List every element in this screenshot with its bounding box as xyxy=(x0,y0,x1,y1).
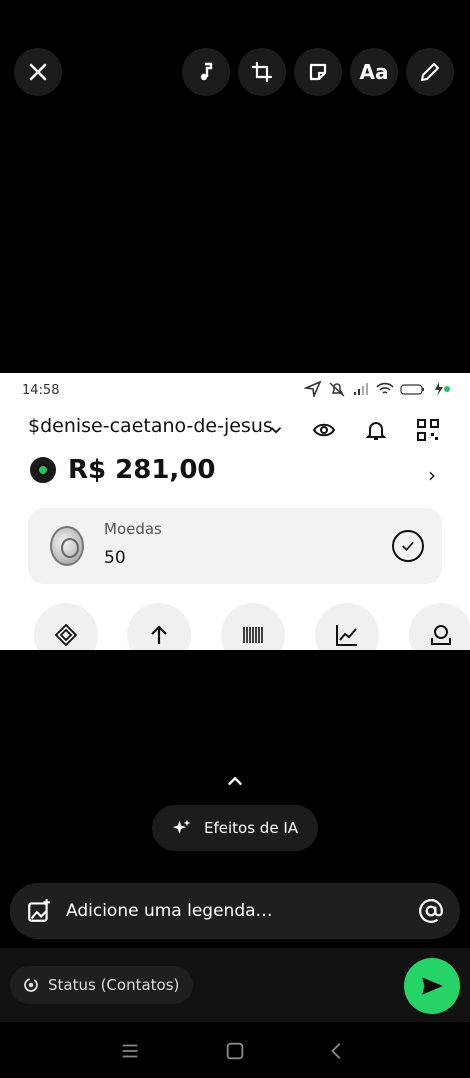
coins-label: Moedas xyxy=(104,520,162,538)
sticker-icon xyxy=(309,63,327,81)
edited-image: 14:58 $denise-caetano-de-jesus R$ 281,00… xyxy=(0,373,470,650)
add-image-icon[interactable] xyxy=(26,898,52,924)
pix-icon xyxy=(34,603,98,650)
crop-rotate-icon xyxy=(251,61,273,83)
caption-input[interactable]: Adicione uma legenda… xyxy=(10,883,460,939)
money-box-icon xyxy=(409,603,470,650)
close-button[interactable] xyxy=(14,48,62,96)
home-icon[interactable] xyxy=(224,1040,246,1062)
coins-value: 50 xyxy=(104,548,126,568)
bell-icon xyxy=(362,416,390,444)
status-audience-label: Status (Contatos) xyxy=(48,976,180,994)
text-button[interactable]: Aa xyxy=(350,48,398,96)
location-icon xyxy=(304,381,322,397)
music-note-icon xyxy=(200,62,213,81)
signal-icon xyxy=(354,383,368,395)
back-icon[interactable] xyxy=(326,1040,348,1062)
send-button[interactable] xyxy=(404,958,460,1014)
draw-button[interactable] xyxy=(406,48,454,96)
qr-code-icon xyxy=(414,416,442,444)
music-button[interactable] xyxy=(182,48,230,96)
caption-placeholder: Adicione uma legenda… xyxy=(66,901,273,921)
sticker-button[interactable] xyxy=(294,48,342,96)
barcode-icon xyxy=(221,603,285,650)
chevron-right-icon: › xyxy=(428,463,436,487)
recent-apps-icon[interactable] xyxy=(119,1040,141,1062)
balance-amount: R$ 281,00 xyxy=(68,455,216,485)
transfer-arrow-up-icon xyxy=(127,603,191,650)
ai-effects-label: Efeitos de IA xyxy=(204,819,298,837)
mention-icon[interactable] xyxy=(418,898,444,924)
expand-up-chevron-icon[interactable] xyxy=(224,770,246,792)
wifi-icon xyxy=(376,382,394,394)
send-icon xyxy=(422,977,443,995)
coins-card: Moedas 50 xyxy=(28,508,442,584)
username-chevron-icon xyxy=(262,416,290,444)
status-audience-button[interactable]: Status (Contatos) xyxy=(10,966,194,1004)
crop-button[interactable] xyxy=(238,48,286,96)
charging-icon xyxy=(435,382,450,396)
balance-ring-icon xyxy=(30,457,56,483)
battery-icon xyxy=(400,384,424,395)
balance-row: R$ 281,00 xyxy=(30,455,216,485)
mute-icon xyxy=(329,382,345,397)
investment-chart-icon xyxy=(315,603,379,650)
eye-icon xyxy=(310,416,338,444)
status-icon xyxy=(24,978,38,992)
coin-icon xyxy=(50,526,84,566)
close-icon xyxy=(29,63,47,81)
status-icons xyxy=(304,381,450,397)
ai-effects-button[interactable]: Efeitos de IA xyxy=(152,805,318,851)
account-username: $denise-caetano-de-jesus xyxy=(28,415,273,437)
pencil-icon xyxy=(421,63,439,81)
sparkles-icon xyxy=(172,819,191,834)
status-time: 14:58 xyxy=(22,383,60,398)
check-icon xyxy=(392,530,424,562)
text-tool-label: Aa xyxy=(359,60,389,84)
